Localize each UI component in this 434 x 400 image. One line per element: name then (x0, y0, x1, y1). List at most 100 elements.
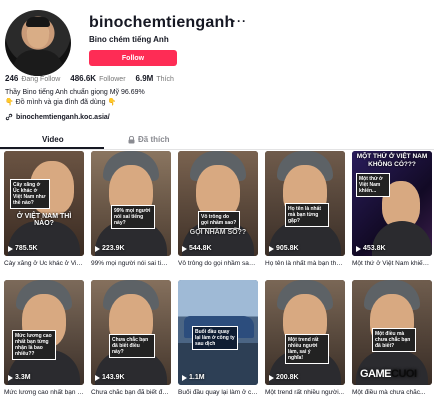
stat-likes-value: 6.9M (135, 74, 154, 83)
avatar[interactable] (5, 10, 71, 76)
tab-liked[interactable]: Đã thích (128, 135, 170, 144)
video-caption[interactable]: Vô trông do gọi nhầm sao?... (178, 260, 258, 267)
view-count-value: 544.8K (189, 245, 212, 252)
video-caption[interactable]: Mức lương cao nhất bạn nhận... (4, 389, 84, 396)
play-icon (8, 374, 13, 381)
display-name: Bino chém tiếng Anh (89, 35, 169, 44)
video-caption[interactable]: 99% mọi người nói sai tiếng... (91, 260, 171, 267)
view-count-value: 453.8K (363, 245, 386, 252)
play-icon (356, 245, 361, 252)
view-count-value: 3.3M (15, 374, 31, 381)
video-card[interactable]: Chưa chắc bạn đã biết điều này? 143.9K C… (91, 280, 171, 396)
stat-likes-label: Thích (156, 76, 174, 83)
thumb-question: Vô trông do gọi nhầm sao? (198, 211, 240, 229)
tab-video-label: Video (42, 135, 64, 144)
watermark-logo: GAMECUOI (360, 368, 417, 380)
view-count-value: 905.8K (276, 245, 299, 252)
view-count-value: 143.9K (102, 374, 125, 381)
tab-active-indicator (0, 147, 104, 149)
play-icon (269, 374, 274, 381)
video-card[interactable]: Vô trông do gọi nhầm sao? GỌI NHẦM SỐ?? … (178, 151, 258, 267)
stat-followers-value: 486.6K (70, 74, 97, 83)
view-count-value: 223.9K (102, 245, 125, 252)
view-count: 200.8K (269, 374, 299, 381)
video-caption[interactable]: Cày xăng ở Úc khác ở Việt Nam... (4, 260, 84, 267)
thumb-question: 99% mọi người nói sai tiếng này? (111, 205, 155, 229)
view-count: 453.8K (356, 245, 386, 252)
video-caption[interactable]: Buổi đầu quay lại làm ở công... (178, 389, 258, 396)
video-card[interactable]: MỘT THỨ Ở VIỆT NAM KHÔNG CÓ??? Một thứ ở… (352, 151, 432, 267)
view-count-value: 1.1M (189, 374, 205, 381)
video-card[interactable]: Mức lương cao nhất bạn từng nhận là bao … (4, 280, 84, 396)
thumb-title: MỘT THỨ Ở VIỆT NAM KHÔNG CÓ??? (356, 153, 428, 168)
thumb-title: Ở VIỆT NAM THÌ NÀO? (16, 213, 72, 227)
video-thumbnail[interactable]: Một trend rất nhiều người làm, sai ý ngh… (265, 280, 345, 385)
tab-liked-label: Đã thích (138, 135, 170, 144)
play-icon (182, 374, 187, 381)
link-icon (5, 113, 13, 121)
video-thumbnail[interactable]: Cây xăng ở Úc khác ở Việt Nam như thế nà… (4, 151, 84, 256)
username: binochemtienganh (89, 14, 235, 31)
bio-link[interactable]: binochemtienganh.koc.asia/ (5, 113, 110, 121)
video-thumbnail[interactable]: Họ tên là nhất mà bạn từng gặp? 905.8K (265, 151, 345, 256)
stat-followers-label: Follower (99, 76, 126, 83)
video-thumbnail[interactable]: Mức lương cao nhất bạn từng nhận là bao … (4, 280, 84, 385)
thumb-title: GỌI NHẦM SỐ?? (189, 229, 247, 236)
bio-line-2: 👇 Đồ mình và gia đình đã dùng 👇 (5, 99, 117, 106)
bio-link-text: binochemtienganh.koc.asia/ (16, 113, 110, 121)
stat-followers[interactable]: 486.6K Follower (70, 74, 125, 83)
watermark-part-1: GAME (360, 368, 392, 380)
view-count: 143.9K (95, 374, 125, 381)
view-count-value: 200.8K (276, 374, 299, 381)
video-thumbnail[interactable]: Vô trông do gọi nhầm sao? GỌI NHẦM SỐ?? … (178, 151, 258, 256)
play-icon (95, 245, 100, 252)
view-count: 1.1M (182, 374, 205, 381)
avatar-shirt (13, 50, 63, 76)
video-thumbnail[interactable]: Chưa chắc bạn đã biết điều này? 143.9K (91, 280, 171, 385)
tab-video[interactable]: Video (42, 135, 64, 144)
follow-button[interactable]: Follow (89, 50, 177, 66)
stat-following-label: Đang Follow (21, 76, 61, 83)
bio-line-1: Thầy Bino tiếng Anh chuẩn giọng Mỹ 96.69… (5, 89, 145, 96)
video-thumbnail[interactable]: 99% mọi người nói sai tiếng này? 223.9K (91, 151, 171, 256)
view-count: 785.5K (8, 245, 38, 252)
thumb-question: Một trend rất nhiều người làm, sai ý ngh… (285, 334, 329, 364)
lock-icon (128, 135, 135, 143)
bio: Thầy Bino tiếng Anh chuẩn giọng Mỹ 96.69… (5, 88, 145, 108)
view-count: 3.3M (8, 374, 31, 381)
video-caption[interactable]: Chưa chắc bạn đã biết đâu... (91, 389, 171, 396)
play-icon (182, 245, 187, 252)
thumb-question: Họ tên là nhất mà bạn từng gặp? (285, 203, 329, 227)
view-count: 544.8K (182, 245, 212, 252)
video-caption[interactable]: Họ tên là nhất mà bạn thăng... (265, 260, 345, 267)
video-caption[interactable]: Một trend rất nhiều người... (265, 389, 345, 396)
more-dots-icon[interactable]: ··· (232, 14, 247, 28)
thumb-question: Một điều mà chưa chắc bạn đã biết? (372, 328, 416, 352)
profile-tabs: Video Đã thích (0, 132, 434, 150)
thumb-question: Một thứ ở Việt Nam khiến... (356, 173, 390, 197)
profile-stats: 246 Đang Follow 486.6K Follower 6.9M Thích (5, 74, 174, 83)
thumb-question: Mức lương cao nhất bạn từng nhận là bao … (12, 330, 56, 360)
video-card[interactable]: Một trend rất nhiều người làm, sai ý ngh… (265, 280, 345, 396)
video-caption[interactable]: Một điều mà chưa chắc... (352, 389, 432, 396)
thumb-question: Buổi đầu quay lại làm ở công ty sau dịch (192, 326, 238, 350)
thumb-question: Chưa chắc bạn đã biết điều này? (109, 334, 155, 358)
avatar-hair (26, 17, 50, 27)
view-count: 223.9K (95, 245, 125, 252)
view-count: 905.8K (269, 245, 299, 252)
stat-following[interactable]: 246 Đang Follow (5, 74, 60, 83)
view-count-value: 785.5K (15, 245, 38, 252)
play-icon (8, 245, 13, 252)
stat-following-value: 246 (5, 74, 19, 83)
video-thumbnail[interactable]: MỘT THỨ Ở VIỆT NAM KHÔNG CÓ??? Một thứ ở… (352, 151, 432, 256)
watermark-part-2: CUOI (391, 368, 417, 380)
video-thumbnail[interactable]: Buổi đầu quay lại làm ở công ty sau dịch… (178, 280, 258, 385)
play-icon (95, 374, 100, 381)
video-caption[interactable]: Một thứ ở Việt Nam khiến tôi... (352, 260, 432, 267)
video-card[interactable]: Buổi đầu quay lại làm ở công ty sau dịch… (178, 280, 258, 396)
video-card[interactable]: Họ tên là nhất mà bạn từng gặp? 905.8K H… (265, 151, 345, 267)
video-card[interactable]: 99% mọi người nói sai tiếng này? 223.9K … (91, 151, 171, 267)
video-card[interactable]: Cây xăng ở Úc khác ở Việt Nam như thế nà… (4, 151, 84, 267)
stat-likes: 6.9M Thích (136, 74, 174, 83)
thumb-question: Cây xăng ở Úc khác ở Việt Nam như thế nà… (10, 179, 50, 209)
